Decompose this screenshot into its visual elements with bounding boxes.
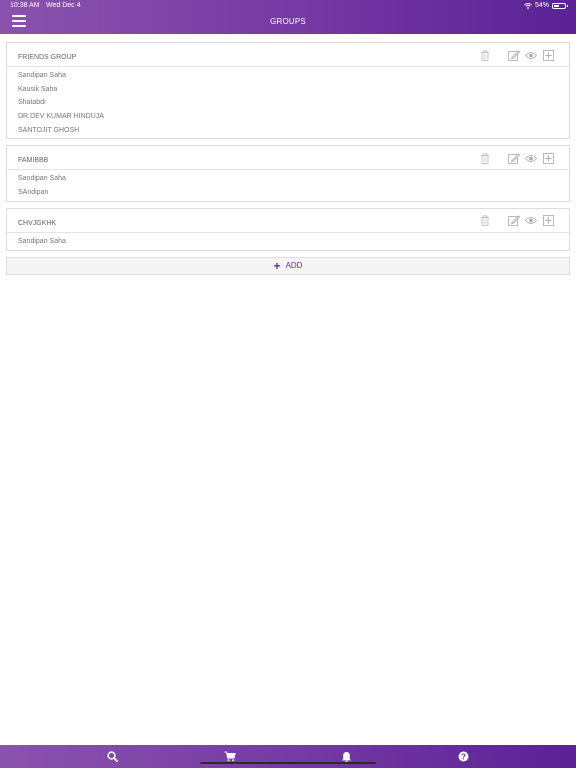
edit-icon[interactable] [508, 49, 520, 61]
group-card: FRIENDS GROUP Sandipan Saha Kausik Saha Sh… [6, 42, 570, 140]
group-actions [474, 215, 554, 227]
wifi-icon [524, 2, 532, 9]
member-item[interactable]: Kausik Saha [7, 83, 569, 97]
status-date: Wed Dec 4 [46, 2, 81, 9]
battery-icon [552, 2, 568, 9]
member-item[interactable]: Sandipan Saha [7, 69, 569, 83]
member-item[interactable]: SAndipan [7, 186, 569, 200]
groups-list: FRIENDS GROUP Sandipan Saha Kausik Saha Sh… [6, 42, 570, 275]
eye-icon[interactable] [525, 215, 537, 227]
bottom-tab-bar: ? [0, 745, 576, 768]
group-members: Sandipan Saha SAndipan [7, 170, 569, 200]
group-header: FAMIBBB [7, 146, 569, 171]
plus-square-icon[interactable] [542, 49, 554, 61]
group-card: CHVJGKHK Sandipan Saha [6, 207, 570, 251]
eye-icon[interactable] [525, 49, 537, 61]
status-time: 10:38 AM [10, 2, 40, 9]
member-item[interactable]: DR DEV KUMAR HINDUJA [7, 110, 569, 124]
status-right: 54% [524, 2, 568, 9]
member-item[interactable]: Sandipan Saha [7, 172, 569, 186]
status-bar: 10:38 AM Wed Dec 4 54% [0, 2, 576, 13]
group-name: CHVJGKHK [18, 219, 57, 227]
page-title: GROUPS [270, 17, 306, 26]
group-actions [474, 49, 554, 61]
edit-icon[interactable] [508, 215, 520, 227]
battery-percent: 54% [534, 2, 549, 9]
eye-icon[interactable] [525, 152, 537, 164]
plus-icon: + [273, 258, 281, 273]
plus-square-icon[interactable] [542, 215, 554, 227]
plus-square-icon[interactable] [542, 152, 554, 164]
search-icon[interactable] [106, 750, 119, 763]
group-name: FAMIBBB [18, 157, 49, 165]
svg-text:?: ? [461, 752, 466, 761]
group-header: CHVJGKHK [7, 209, 569, 233]
group-card: FAMIBBB Sandipan Saha SAndipan [6, 145, 570, 202]
add-label: ADD [285, 261, 303, 270]
member-item[interactable]: Shatabdi [7, 96, 569, 110]
member-item[interactable]: SANTOJIT GHOSH [7, 124, 569, 138]
top-bar: 10:38 AM Wed Dec 4 54% GROUPS [0, 0, 576, 34]
edit-icon[interactable] [508, 152, 520, 164]
help-icon[interactable]: ? [457, 750, 470, 763]
trash-icon[interactable] [479, 152, 491, 164]
group-header: FRIENDS GROUP [7, 43, 569, 67]
trash-icon[interactable] [479, 49, 491, 61]
group-actions [474, 152, 554, 164]
member-item[interactable]: Sandipan Saha [7, 235, 569, 249]
group-members: Sandipan Saha Kausik Saha Shatabdi DR DEV K… [7, 67, 569, 138]
home-indicator [200, 762, 376, 764]
add-group-button[interactable]: + ADD [6, 256, 570, 275]
trash-icon[interactable] [479, 215, 491, 227]
group-name: FRIENDS GROUP [18, 54, 77, 61]
group-members: Sandipan Saha [7, 233, 569, 250]
